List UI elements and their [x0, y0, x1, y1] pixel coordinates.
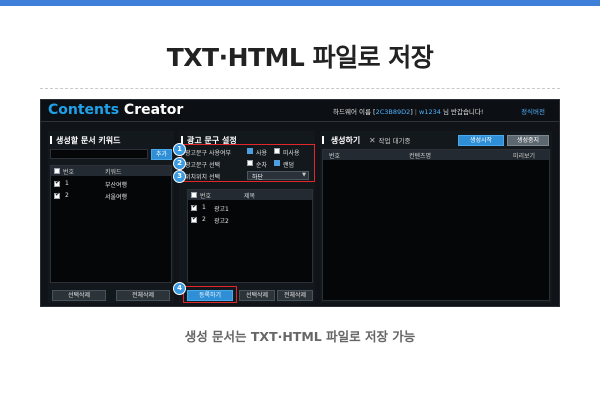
not-use-option: 미사용 — [283, 150, 300, 157]
app-window: Contents Creator 하드웨어 이름 [2C3B89D2] | w123… — [40, 99, 560, 307]
keyword-input[interactable] — [50, 149, 148, 159]
row-checkbox[interactable] — [191, 203, 197, 211]
delete-selected-keywords-button[interactable]: 선택삭제 — [52, 290, 106, 301]
hardware-id: 2C3B89D2 — [375, 108, 411, 116]
register-ad-button[interactable]: 등록하기 — [187, 290, 233, 301]
generate-title-text: 생성하기 — [330, 136, 361, 145]
ad-position-row: 위치위치 선택 하단 ▼ — [185, 170, 313, 181]
user-separator: | — [414, 108, 417, 116]
ad-usage-label: 광고문구 사용여부 — [185, 150, 232, 157]
delete-all-keywords-button[interactable]: 전체삭제 — [116, 290, 170, 301]
row-checkbox[interactable] — [54, 179, 60, 187]
not-use-checkbox[interactable] — [274, 148, 280, 154]
select-all-ads-checkbox[interactable] — [191, 192, 197, 198]
ad-settings-panel: 광고 문구 설정 광고문구 사용여부 사용 미사용 광고문구 선택 순차 랜덤 … — [179, 131, 315, 303]
close-icon: ✕ — [369, 136, 376, 145]
full-version-link[interactable]: 정식버전 — [521, 106, 545, 116]
app-header: Contents Creator 하드웨어 이름 [2C3B89D2] | w123… — [41, 100, 559, 122]
user-greeting: 님 반갑습니다! — [442, 108, 484, 116]
hardware-label: 하드웨어 이름 [ — [333, 108, 376, 116]
delete-selected-ads-button[interactable]: 선택삭제 — [239, 290, 275, 301]
column-number: 번호 — [200, 193, 212, 200]
table-row[interactable]: 2 서울여행 — [51, 191, 171, 201]
add-keyword-button[interactable]: 추가 — [151, 149, 172, 160]
row-number: 2 — [202, 216, 206, 223]
marker-2-badge: 2 — [173, 157, 186, 170]
status-text: 작업 대기중 — [378, 137, 411, 145]
start-generation-button[interactable]: 생성시작 — [458, 135, 504, 146]
position-select-value: 하단 — [252, 174, 264, 181]
logo-word-creator: Creator — [123, 102, 184, 118]
delete-all-ads-button[interactable]: 전체삭제 — [277, 290, 313, 301]
app-logo: Contents Creator — [48, 102, 183, 118]
row-checkbox[interactable] — [191, 215, 197, 223]
row-title: 광고1 — [214, 206, 229, 213]
keyword-panel: 생성할 문서 키워드 추가 번호 키워드 1 부산여행 2 서울여행 선택삭제 … — [48, 131, 174, 303]
column-content-name: 컨텐츠명 — [409, 153, 432, 160]
column-number: 번호 — [329, 153, 341, 160]
row-keyword: 부산여행 — [105, 182, 128, 189]
ad-position-label: 위치위치 선택 — [185, 174, 221, 181]
title-divider — [40, 88, 560, 89]
keyword-panel-title: 생성할 문서 키워드 — [50, 135, 120, 146]
sequential-checkbox[interactable] — [247, 160, 253, 166]
column-number: 번호 — [63, 169, 75, 176]
select-all-checkbox[interactable] — [54, 168, 60, 174]
sequential-option: 순차 — [256, 162, 268, 169]
slide-caption: 생성 문서는 TXT·HTML 파일로 저장 가능 — [184, 329, 416, 344]
table-row[interactable]: 1 광고1 — [188, 203, 312, 213]
ad-select-label: 광고문구 선택 — [185, 162, 221, 169]
ad-list-header: 번호 제목 — [188, 190, 312, 200]
table-row[interactable]: 2 광고2 — [188, 215, 312, 225]
content-table: 번호 컨텐츠명 미리보기 — [322, 149, 550, 301]
column-title: 제목 — [244, 193, 256, 200]
column-keyword: 키워드 — [105, 169, 122, 176]
ad-select-row: 광고문구 선택 순차 랜덤 — [185, 158, 313, 169]
marker-1-badge: 1 — [173, 143, 186, 156]
ad-list-table: 번호 제목 1 광고1 2 광고2 — [187, 189, 313, 283]
stop-generation-button[interactable]: 생성중지 — [507, 135, 549, 146]
position-select[interactable]: 하단 ▼ — [247, 171, 309, 181]
row-number: 2 — [65, 192, 69, 199]
use-checkbox[interactable] — [247, 148, 253, 154]
keyword-table: 번호 키워드 1 부산여행 2 서울여행 — [50, 165, 172, 283]
random-checkbox[interactable] — [274, 160, 280, 166]
user-info: 하드웨어 이름 [2C3B89D2] | w1234 님 반갑습니다! — [333, 106, 484, 116]
keyword-table-header: 번호 키워드 — [51, 166, 171, 176]
top-accent-bar — [0, 0, 600, 6]
table-row[interactable]: 1 부산여행 — [51, 179, 171, 189]
logo-word-contents: Contents — [48, 102, 120, 118]
content-table-header: 번호 컨텐츠명 미리보기 — [323, 150, 549, 160]
use-option: 사용 — [256, 150, 268, 157]
chevron-down-icon: ▼ — [302, 172, 306, 178]
marker-3-badge: 3 — [173, 170, 186, 183]
row-number: 1 — [65, 180, 69, 187]
column-preview: 미리보기 — [513, 153, 536, 160]
hardware-close: ] — [410, 108, 413, 116]
generate-panel: 생성하기 ✕ 작업 대기중 생성시작 생성중지 번호 컨텐츠명 미리보기 — [320, 131, 552, 303]
marker-4-badge: 4 — [173, 282, 186, 295]
row-keyword: 서울여행 — [105, 194, 128, 201]
row-title: 광고2 — [214, 218, 229, 225]
random-option: 랜덤 — [283, 162, 295, 169]
user-name: w1234 — [419, 108, 441, 116]
ad-usage-row: 광고문구 사용여부 사용 미사용 — [185, 146, 313, 157]
row-checkbox[interactable] — [54, 191, 60, 199]
slide-title: TXT·HTML 파일로 저장 — [166, 43, 434, 72]
generate-panel-title: 생성하기 ✕ 작업 대기중 — [322, 135, 411, 146]
row-number: 1 — [202, 204, 206, 211]
